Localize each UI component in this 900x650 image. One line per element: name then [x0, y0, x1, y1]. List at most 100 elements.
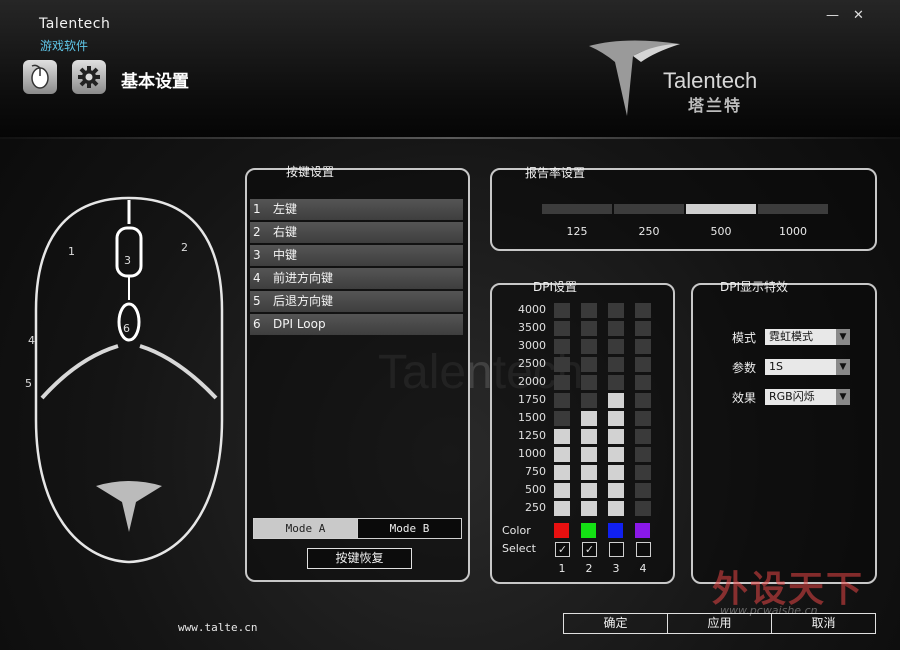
dpi-segment[interactable] — [554, 357, 570, 372]
dpi-segment[interactable] — [554, 393, 570, 408]
dpi-segment[interactable] — [608, 429, 624, 444]
dpi-select-checkbox[interactable] — [636, 542, 651, 557]
mouse-button-3-marker[interactable]: 3 — [124, 254, 131, 267]
dpi-segment[interactable] — [635, 411, 651, 426]
dpi-segment[interactable] — [581, 483, 597, 498]
dpi-select-checkbox[interactable]: ✓ — [582, 542, 597, 557]
chevron-down-icon: ▼ — [836, 329, 850, 345]
effect-select[interactable]: RGB闪烁 ▼ — [765, 389, 850, 405]
confirm-button[interactable]: 确定 — [564, 614, 667, 633]
logo-text: Talentech — [663, 68, 758, 93]
report-rate-option-125[interactable] — [542, 204, 612, 214]
mode-label: 模式 — [732, 331, 757, 345]
dpi-segment[interactable] — [581, 429, 597, 444]
dpi-segment[interactable] — [608, 447, 624, 462]
dpi-segment[interactable] — [635, 483, 651, 498]
mouse-button-2-marker[interactable]: 2 — [181, 241, 188, 254]
report-rate-label: 1000 — [779, 225, 807, 238]
dpi-segment[interactable] — [635, 339, 651, 354]
mouse-button-5-marker[interactable]: 5 — [25, 377, 32, 390]
dpi-color-swatch[interactable] — [581, 523, 596, 538]
report-rate-option-500[interactable] — [686, 204, 756, 214]
dpi-segment[interactable] — [554, 483, 570, 498]
dpi-segment[interactable] — [635, 393, 651, 408]
dpi-segment[interactable] — [581, 411, 597, 426]
dpi-segment[interactable] — [581, 303, 597, 318]
dpi-segment[interactable] — [554, 321, 570, 336]
dpi-segment[interactable] — [554, 447, 570, 462]
dpi-segment[interactable] — [608, 465, 624, 480]
dpi-segment[interactable] — [635, 447, 651, 462]
restore-keys-button[interactable]: 按键恢复 — [307, 548, 412, 569]
dpi-column-number: 4 — [639, 562, 647, 575]
dpi-select-checkbox[interactable] — [609, 542, 624, 557]
dpi-color-swatch[interactable] — [554, 523, 569, 538]
mouse-button-4-marker[interactable]: 4 — [28, 334, 35, 347]
dpi-segment[interactable] — [608, 375, 624, 390]
dpi-color-swatch[interactable] — [635, 523, 650, 538]
param-label: 参数 — [732, 361, 757, 375]
chevron-down-icon: ▼ — [836, 389, 850, 405]
dpi-segment[interactable] — [554, 375, 570, 390]
dpi-column-number: 2 — [585, 562, 593, 575]
dpi-segment[interactable] — [581, 357, 597, 372]
apply-button[interactable]: 应用 — [667, 614, 771, 633]
dpi-column-number: 3 — [612, 562, 620, 575]
mode-select[interactable]: 霓虹模式 ▼ — [765, 329, 850, 345]
key-item[interactable]: 1 左键 — [250, 199, 463, 220]
dpi-segment[interactable] — [554, 339, 570, 354]
mouse-button-1-marker[interactable]: 1 — [68, 245, 75, 258]
dpi-segment[interactable] — [635, 465, 651, 480]
close-button[interactable]: ✕ — [853, 8, 864, 23]
param-select[interactable]: 1S ▼ — [765, 359, 850, 375]
dpi-segment[interactable] — [581, 501, 597, 516]
dpi-segment[interactable] — [635, 429, 651, 444]
dpi-segment[interactable] — [608, 483, 624, 498]
dpi-segment[interactable] — [635, 357, 651, 372]
report-rate-option-1000[interactable] — [758, 204, 828, 214]
mode-switch: Mode A Mode B — [253, 518, 462, 539]
dpi-segment[interactable] — [581, 447, 597, 462]
dpi-segment[interactable] — [635, 321, 651, 336]
mouse-icon[interactable] — [23, 60, 57, 94]
gear-icon[interactable] — [72, 60, 106, 94]
dpi-segment[interactable] — [581, 393, 597, 408]
footer-url[interactable]: www.talte.cn — [178, 621, 257, 634]
key-item[interactable]: 2 右键 — [250, 222, 463, 243]
dpi-segment[interactable] — [554, 411, 570, 426]
dpi-segment[interactable] — [635, 501, 651, 516]
dpi-segment[interactable] — [581, 465, 597, 480]
dpi-segment[interactable] — [608, 321, 624, 336]
mode-a-button[interactable]: Mode A — [254, 519, 357, 538]
dpi-segment[interactable] — [608, 303, 624, 318]
dpi-segment[interactable] — [635, 303, 651, 318]
dpi-segment[interactable] — [608, 501, 624, 516]
dpi-level-label: 3000 — [518, 339, 546, 352]
dpi-select-checkbox[interactable]: ✓ — [555, 542, 570, 557]
mouse-button-6-marker[interactable]: 6 — [123, 322, 130, 335]
minimize-button[interactable]: — — [826, 8, 839, 23]
dpi-segment[interactable] — [554, 501, 570, 516]
dpi-title: DPI设置 — [533, 280, 578, 294]
dpi-segment[interactable] — [581, 321, 597, 336]
report-rate-option-250[interactable] — [614, 204, 684, 214]
dpi-segment[interactable] — [608, 357, 624, 372]
dpi-segment[interactable] — [581, 375, 597, 390]
app-window: Talentech 游戏软件 基本设置 — ✕ Talentech 塔兰特 Ta… — [0, 0, 900, 650]
key-item[interactable]: 6 DPI Loop — [250, 314, 463, 335]
dpi-segment[interactable] — [554, 303, 570, 318]
dpi-segment[interactable] — [608, 393, 624, 408]
key-item[interactable]: 5 后退方向键 — [250, 291, 463, 312]
cancel-button[interactable]: 取消 — [771, 614, 875, 633]
dpi-segment[interactable] — [554, 429, 570, 444]
dpi-color-swatch[interactable] — [608, 523, 623, 538]
dpi-segment[interactable] — [608, 339, 624, 354]
key-item[interactable]: 3 中键 — [250, 245, 463, 266]
mode-b-button[interactable]: Mode B — [357, 519, 461, 538]
dpi-segment[interactable] — [608, 411, 624, 426]
dpi-segment[interactable] — [554, 465, 570, 480]
dpi-effect-title: DPI显示特效 — [720, 280, 789, 294]
dpi-segment[interactable] — [581, 339, 597, 354]
dpi-segment[interactable] — [635, 375, 651, 390]
key-item[interactable]: 4 前进方向键 — [250, 268, 463, 289]
